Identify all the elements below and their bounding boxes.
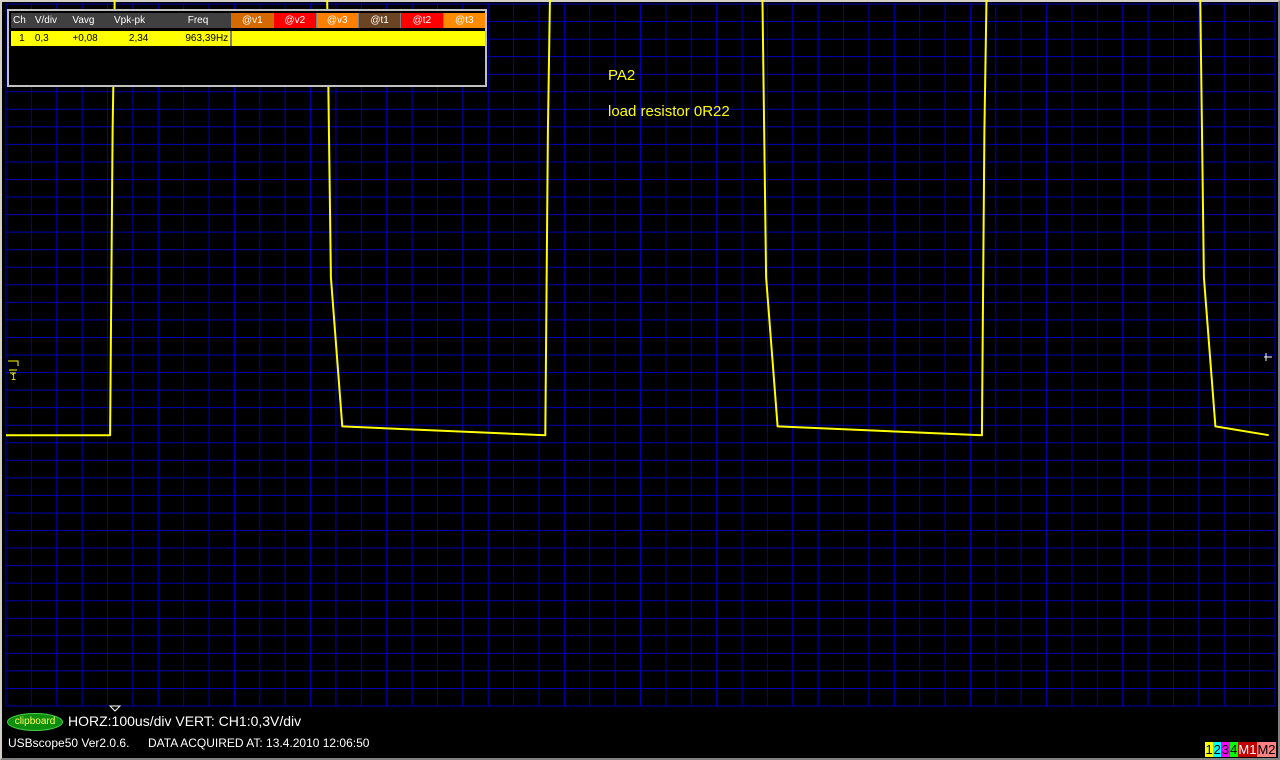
value-vpkpk: 2,34 bbox=[111, 31, 166, 46]
math-1-toggle[interactable]: M1 bbox=[1237, 742, 1257, 757]
clipboard-button[interactable]: clipboard bbox=[7, 713, 63, 731]
measurement-row-ch1[interactable]: 1 0,3 +0,08 2,34 963,39Hz bbox=[11, 31, 485, 46]
ground-reference-marker[interactable]: 1 bbox=[8, 360, 19, 382]
channel-2-toggle[interactable]: 2 bbox=[1213, 742, 1222, 757]
math-2-toggle[interactable]: M2 bbox=[1256, 742, 1276, 757]
acquired-label: DATA ACQUIRED AT: 13.4.2010 12:06:50 bbox=[148, 736, 370, 750]
annotation-channel: PA2 bbox=[608, 67, 636, 84]
header-vavg: Vavg bbox=[70, 13, 112, 28]
value-vavg: +0,08 bbox=[70, 31, 112, 46]
measurement-header-row: Ch V/div Vavg Vpk-pk Freq @v1 @v2 @v3 @t… bbox=[11, 13, 485, 28]
scale-settings: HORZ:100us/div VERT: CH1:0,3V/div bbox=[68, 713, 302, 729]
measurement-table: Ch V/div Vavg Vpk-pk Freq @v1 @v2 @v3 @t… bbox=[11, 13, 485, 46]
value-ch: 1 bbox=[11, 31, 33, 46]
channel-3-toggle[interactable]: 3 bbox=[1221, 742, 1230, 757]
trigger-level-marker[interactable] bbox=[1264, 353, 1272, 361]
channel-selector: 1 2 3 4 M1 M2 bbox=[1204, 742, 1276, 757]
annotation-note: load resistor 0R22 bbox=[608, 103, 730, 120]
cursor-t2-button[interactable]: @t2 bbox=[400, 13, 444, 28]
header-freq: Freq bbox=[165, 13, 232, 28]
svg-text:1: 1 bbox=[11, 372, 16, 382]
cursor-values bbox=[230, 31, 485, 46]
trigger-position-marker[interactable] bbox=[108, 705, 122, 712]
cursor-v3-button[interactable]: @v3 bbox=[315, 13, 359, 28]
value-vdiv: 0,3 bbox=[32, 31, 71, 46]
version-label: USBscope50 Ver2.0.6. bbox=[8, 736, 130, 750]
header-vpkpk: Vpk-pk bbox=[111, 13, 166, 28]
value-freq: 963,39Hz bbox=[165, 31, 232, 46]
header-vdiv: V/div bbox=[32, 13, 71, 28]
header-ch: Ch bbox=[11, 13, 33, 28]
cursor-t1-button[interactable]: @t1 bbox=[357, 13, 401, 28]
channel-4-toggle[interactable]: 4 bbox=[1229, 742, 1238, 757]
measurement-panel: Ch V/div Vavg Vpk-pk Freq @v1 @v2 @v3 @t… bbox=[7, 9, 487, 87]
cursor-t3-button[interactable]: @t3 bbox=[442, 13, 485, 28]
channel-1-toggle[interactable]: 1 bbox=[1204, 742, 1214, 757]
cursor-v2-button[interactable]: @v2 bbox=[273, 13, 316, 28]
cursor-v1-button[interactable]: @v1 bbox=[230, 13, 274, 28]
